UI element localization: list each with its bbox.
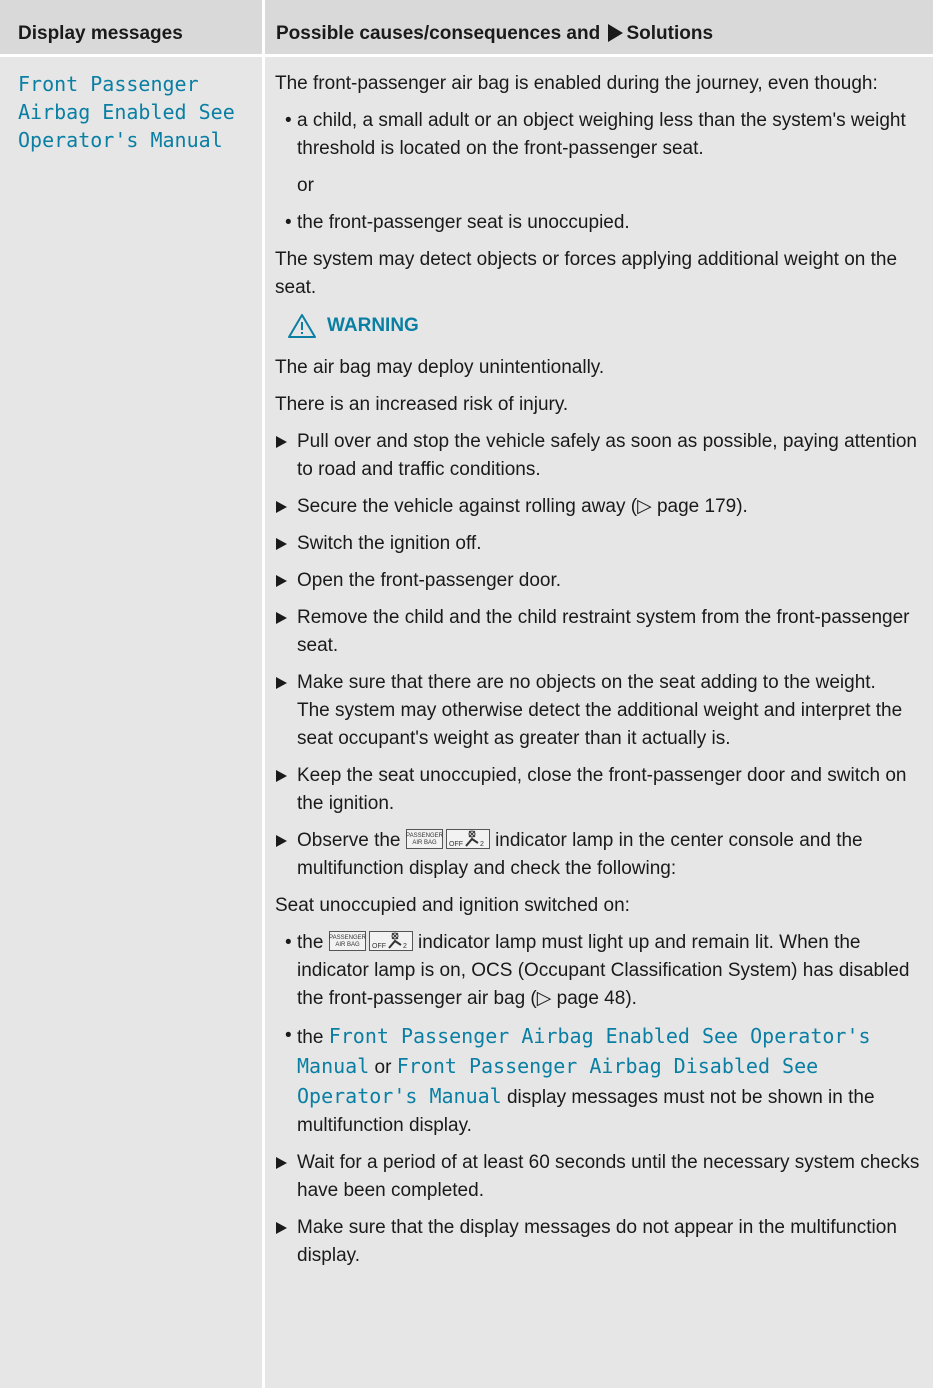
step-arrow-icon: [276, 770, 287, 782]
step-item: Remove the child and the child restraint…: [275, 604, 925, 660]
icon-off-text: OFF: [372, 943, 386, 950]
step-item: Make sure that there are no objects on t…: [275, 669, 925, 753]
header-causes-text: Possible causes/consequences and: [276, 23, 601, 44]
step-item: Make sure that the display messages do n…: [275, 1214, 925, 1270]
step-item: Open the front-passenger door.: [275, 567, 925, 595]
step-arrow-icon: [276, 612, 287, 624]
header-display-messages: Display messages: [18, 23, 183, 44]
or-text: or: [297, 175, 314, 196]
check-text: the: [297, 1027, 324, 1048]
bullet-icon: •: [285, 932, 292, 953]
step-text: Switch the ignition off.: [297, 533, 482, 554]
header-solutions-text: Solutions: [626, 23, 714, 44]
step-arrow-icon: [276, 501, 287, 513]
step-arrow-icon: [276, 835, 287, 847]
step-item: Switch the ignition off.: [275, 530, 925, 558]
step-arrow-icon: [276, 1222, 287, 1234]
step-item: Wait for a period of at least 60 seconds…: [275, 1149, 925, 1205]
cause-text: the front-passenger seat is unoccupied.: [297, 212, 630, 233]
step-note-text: The system may otherwise detect the addi…: [297, 700, 903, 749]
arrow-right-icon: [608, 24, 624, 42]
step-text: Make sure that there are no objects on t…: [297, 672, 876, 693]
detect-text: The system may detect objects or forces …: [275, 249, 898, 298]
cause-text: a child, a small adult or an object weig…: [297, 110, 906, 159]
cause-item: • the front-passenger seat is unoccupied…: [275, 209, 925, 237]
icon-top-text: PASSENGER: [406, 833, 444, 839]
step-item: Keep the seat unoccupied, close the fron…: [275, 762, 925, 818]
step-arrow-icon: [276, 1157, 287, 1169]
icon-sub-text: 2: [480, 841, 484, 848]
left-column: [0, 57, 262, 1388]
seat-condition-text: Seat unoccupied and ignition switched on…: [275, 895, 630, 916]
bullet-icon: •: [285, 110, 292, 131]
step-text: Pull over and stop the vehicle safely as…: [297, 431, 917, 480]
step-text: Observe the: [297, 830, 401, 851]
step-text: Make sure that the display messages do n…: [297, 1217, 897, 1266]
step-text: Secure the vehicle against rolling away …: [297, 496, 748, 517]
intro-text: The front-passenger air bag is enabled d…: [275, 73, 878, 94]
step-item: Pull over and stop the vehicle safely as…: [275, 428, 925, 484]
check-item: • the PASSENGER AIR BAG OFF 2 indicator …: [275, 929, 925, 1013]
cause-item: • a child, a small adult or an object we…: [275, 107, 925, 163]
passenger-airbag-off-icon: PASSENGER AIR BAG OFF 2: [405, 828, 490, 849]
bullet-icon: •: [285, 212, 292, 233]
step-item: Secure the vehicle against rolling away …: [275, 493, 925, 521]
check-item: • the Front Passenger Airbag Enabled See…: [275, 1022, 925, 1140]
step-text: Remove the child and the child restraint…: [297, 607, 910, 656]
step-text: Keep the seat unoccupied, close the fron…: [297, 765, 907, 814]
step-text: Open the front-passenger door.: [297, 570, 562, 591]
passenger-airbag-off-icon: PASSENGER AIR BAG OFF 2: [328, 930, 413, 951]
warning-text: There is an increased risk of injury.: [275, 394, 569, 415]
icon-bottom-text: AIR BAG: [335, 942, 360, 948]
warning-label: WARNING: [327, 315, 419, 336]
icon-sub-text: 2: [403, 943, 407, 950]
warning-heading: WARNING: [287, 312, 925, 340]
check-text: or: [374, 1057, 392, 1078]
display-message-text: Front Passenger Airbag Enabled See Opera…: [18, 72, 235, 152]
step-arrow-icon: [276, 436, 287, 448]
bullet-icon: •: [285, 1025, 292, 1046]
check-text: the: [297, 932, 324, 953]
header-divider: [262, 0, 265, 54]
causes-content: The front-passenger air bag is enabled d…: [275, 70, 925, 1279]
warning-triangle-icon: [288, 314, 316, 338]
step-arrow-icon: [276, 575, 287, 587]
header-causes-solutions: Possible causes/consequences and Solutio…: [276, 20, 713, 48]
warning-text: The air bag may deploy unintentionally.: [275, 357, 605, 378]
icon-off-text: OFF: [449, 841, 463, 848]
message-table: Display messages Possible causes/consequ…: [0, 0, 933, 1388]
step-text: Wait for a period of at least 60 seconds…: [297, 1152, 920, 1201]
icon-bottom-text: AIR BAG: [412, 840, 437, 846]
icon-top-text: PASSENGER: [329, 935, 367, 941]
step-arrow-icon: [276, 538, 287, 550]
step-arrow-icon: [276, 677, 287, 689]
step-item: Observe the PASSENGER AIR BAG OFF 2 indi…: [275, 827, 925, 883]
table-header: Display messages Possible causes/consequ…: [0, 0, 933, 54]
